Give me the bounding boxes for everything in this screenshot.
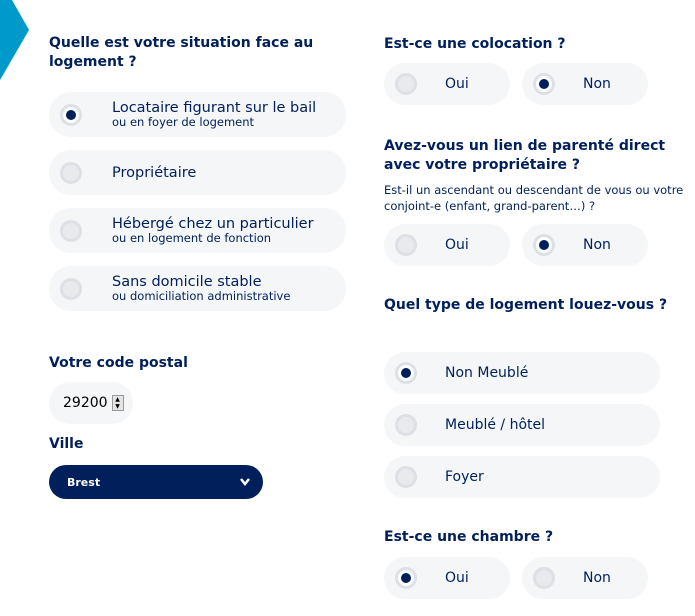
type-option[interactable]: Non Meublé	[384, 352, 660, 394]
option-text: Locataire figurant sur le bail ou en foye…	[112, 100, 316, 129]
radio-icon[interactable]	[395, 414, 417, 436]
option-label: Meublé / hôtel	[445, 417, 546, 433]
option-sublabel: ou domiciliation administrative	[112, 289, 291, 303]
option-label: Locataire figurant sur le bail	[112, 100, 317, 116]
option-text: Sans domicile stable ou domiciliation adm…	[112, 274, 290, 303]
option-sublabel: ou en foyer de logement	[112, 115, 255, 129]
radio-icon[interactable]	[60, 219, 82, 242]
type-option[interactable]: Foyer	[384, 456, 660, 498]
postal-code-value: 29200	[63, 395, 108, 411]
option-text: Oui	[445, 76, 469, 92]
radio-icon[interactable]	[533, 234, 555, 256]
situation-question: Quelle est votre situation face au logem…	[49, 35, 314, 70]
option-label: Oui	[445, 237, 469, 253]
situation-option[interactable]: Propriétaire	[49, 150, 346, 195]
parente-option[interactable]: Non	[522, 224, 648, 266]
radio-icon[interactable]	[395, 234, 417, 256]
ville-select[interactable]: Brest	[49, 465, 263, 499]
chevron-down-icon	[240, 478, 250, 487]
option-label: Oui	[445, 570, 469, 586]
ville-label: Ville	[49, 436, 84, 452]
postal-label: Votre code postal	[49, 355, 188, 371]
colocation-option[interactable]: Non	[522, 63, 648, 105]
option-label: Non	[583, 237, 611, 253]
parente-option[interactable]: Oui	[384, 224, 510, 266]
option-label: Foyer	[445, 469, 484, 485]
option-text: Hébergé chez un particulier ou en logemen…	[112, 216, 314, 245]
radio-icon[interactable]	[60, 161, 82, 184]
option-sublabel: ou en logement de fonction	[112, 231, 272, 245]
option-text: Non	[583, 237, 611, 253]
postal-code-input[interactable]: 29200 ▲ ▼	[49, 382, 133, 424]
chambre-question: Est-ce une chambre ?	[384, 529, 554, 545]
option-label: Non	[583, 76, 611, 92]
situation-option[interactable]: Locataire figurant sur le bail ou en foye…	[49, 92, 346, 137]
option-label: Sans domicile stable	[112, 274, 262, 290]
chambre-option[interactable]: Oui	[384, 557, 510, 599]
type-option[interactable]: Meublé / hôtel	[384, 404, 660, 446]
option-label: Non Meublé	[445, 365, 529, 381]
colocation-question: Est-ce une colocation ?	[384, 36, 566, 52]
radio-icon[interactable]	[533, 73, 555, 95]
option-text: Foyer	[445, 469, 484, 485]
chambre-option[interactable]: Non	[522, 557, 648, 599]
option-text: Oui	[445, 570, 469, 586]
option-label: Hébergé chez un particulier	[112, 216, 314, 232]
parente-question: Avez-vous un lien de parenté direct avec…	[384, 138, 666, 173]
radio-icon[interactable]	[533, 567, 555, 589]
option-label: Non	[583, 570, 611, 586]
option-label: Propriétaire	[112, 164, 197, 181]
situation-option[interactable]: Hébergé chez un particulier ou en logemen…	[49, 208, 346, 253]
option-label: Oui	[445, 76, 469, 92]
ville-value: Brest	[67, 475, 101, 489]
radio-icon[interactable]	[395, 73, 417, 95]
radio-icon[interactable]	[395, 362, 417, 384]
type-question: Quel type de logement louez-vous ?	[384, 297, 668, 313]
situation-option[interactable]: Sans domicile stable ou domiciliation adm…	[49, 266, 346, 311]
stepper-icon[interactable]: ▲ ▼	[111, 395, 124, 411]
radio-icon[interactable]	[60, 103, 82, 126]
option-text: Non Meublé	[445, 365, 528, 381]
option-text: Oui	[445, 237, 469, 253]
option-text: Meublé / hôtel	[445, 417, 545, 433]
option-text: Non	[583, 76, 611, 92]
option-text: Propriétaire	[112, 165, 196, 181]
colocation-option[interactable]: Oui	[384, 63, 510, 105]
parente-hint: Est-il un ascendant ou descendant de vou…	[384, 183, 684, 213]
radio-icon[interactable]	[395, 466, 417, 488]
decorative-chevron	[0, 0, 29, 80]
option-text: Non	[583, 570, 611, 586]
radio-icon[interactable]	[60, 277, 82, 300]
radio-icon[interactable]	[395, 567, 417, 589]
